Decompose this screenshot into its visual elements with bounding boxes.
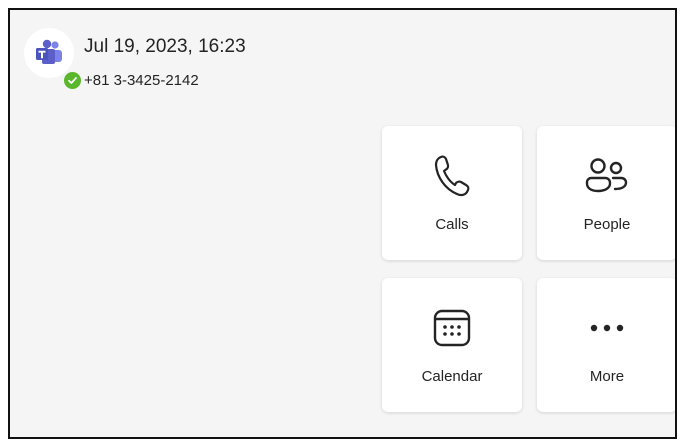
more-icon (590, 324, 624, 332)
calls-tile[interactable]: Calls (382, 126, 522, 260)
calendar-icon (433, 309, 471, 347)
calendar-tile[interactable]: Calendar (382, 278, 522, 412)
people-icon (585, 158, 628, 193)
calls-label: Calls (435, 216, 469, 233)
calendar-label: Calendar (421, 368, 483, 385)
phone-icon (434, 155, 470, 197)
more-tile[interactable]: More (537, 278, 675, 412)
phone-number: +81 3-3425-2142 (84, 72, 199, 89)
date-time: Jul 19, 2023, 16:23 (84, 36, 246, 57)
people-tile[interactable]: People (537, 126, 675, 260)
home-screen: Jul 19, 2023, 16:23 +81 3-3425-2142 Call… (8, 8, 677, 439)
more-label: More (589, 368, 625, 385)
presence-available-icon (62, 70, 83, 91)
people-label: People (583, 216, 631, 233)
teams-logo-icon (36, 39, 62, 64)
